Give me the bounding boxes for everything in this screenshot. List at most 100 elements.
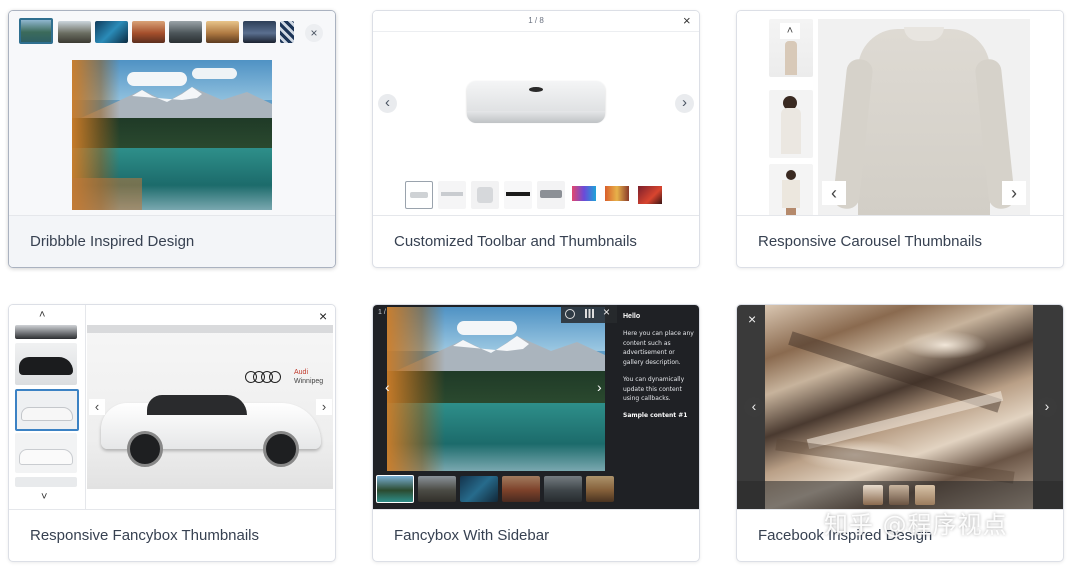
sidebar-heading: Hello [623,313,641,320]
card-caption: Customized Toolbar and Thumbnails [373,215,699,267]
thumbnail-6[interactable] [206,21,239,43]
thumbnail-3[interactable] [95,21,128,43]
vertical-thumbnail-strip: ˄ [769,19,813,215]
wheel-front [127,431,163,467]
thumbnail-7[interactable] [243,21,276,43]
thumbnail-3[interactable] [769,164,813,215]
thumbnail-2[interactable] [889,485,909,505]
main-image-mountain-lake[interactable] [387,307,605,471]
thumbnail-4[interactable] [132,21,165,43]
sidebar-text-line: Here you can place any [623,330,694,337]
thumbnail-8[interactable] [636,181,664,209]
thumbnail-8[interactable] [280,21,294,43]
next-arrow-button[interactable]: › [1037,397,1057,417]
prev-arrow-button[interactable]: ‹ [378,94,397,113]
thumbnail-strip [405,181,667,209]
thumbnail-strip [19,18,294,46]
card-customized-toolbar[interactable]: 1 / 8 × ‹ › Customized Toolbar and Thumb… [372,10,700,268]
sidebar-text-line: content such as [623,339,671,347]
slide-counter: 1 / 8 [528,16,544,25]
card-dribbble-inspired[interactable]: × Dribbble Inspired Design [8,10,336,268]
card-responsive-carousel[interactable]: ˄ ‹ › Responsive Carousel Thumbnails [736,10,1064,268]
watermark-text: 知乎 @程序视点 [824,511,1008,539]
sidebar-text-line: advertisement or [623,349,675,356]
close-button[interactable]: × [748,311,756,327]
close-button[interactable]: × [319,308,327,324]
card-caption: Dribbble Inspired Design [9,215,335,267]
audi-rings-icon [245,371,285,383]
next-arrow-button[interactable]: › [597,379,602,395]
thumbnail-4[interactable] [502,476,540,502]
thumbnail-1[interactable] [19,18,53,44]
sidebar-text-line: gallery description. [623,358,681,366]
prev-arrow-button[interactable]: ‹ [822,181,846,205]
main-image-sweater[interactable] [818,19,1030,215]
thumbnail-4[interactable] [504,181,532,209]
thumbnail-5[interactable] [537,181,565,209]
main-image-audi[interactable]: Audi Winnipeg [87,325,333,489]
brand-text-audi: Audi [294,369,309,376]
next-arrow-button[interactable]: › [316,399,332,415]
prev-arrow-button[interactable]: ‹ [385,379,390,395]
wheel-rear [263,431,299,467]
preview-area: 1 / 8 × ‹ › [373,11,699,215]
scroll-up-button[interactable]: ˄ [39,309,45,321]
preview-area: ˄ ‹ › [737,11,1063,215]
card-responsive-fancybox[interactable]: ˄ ˅ × Audi Winnipeg ‹ › Responsive Fancy… [8,304,336,562]
apple-logo-icon [529,87,543,92]
vertical-thumbnail-strip: ˄ ˅ [9,305,86,509]
scroll-up-button[interactable]: ˄ [780,23,800,39]
prev-arrow-button[interactable]: ‹ [744,397,764,417]
thumbnail-1[interactable] [376,475,414,503]
thumbnail-6[interactable] [570,181,598,209]
card-caption: Responsive Fancybox Thumbnails [9,509,335,561]
thumbnail-5[interactable] [15,477,77,487]
close-button[interactable]: × [305,24,323,42]
close-button[interactable]: × [683,13,691,28]
main-image-aerial-landscape[interactable] [765,305,1033,509]
thumbnail-1[interactable] [863,485,883,505]
sidebar-text-line: update this content [623,385,682,393]
thumbnail-6[interactable] [586,476,614,502]
thumbnail-7[interactable] [603,181,631,209]
mac-mini-image[interactable] [467,81,605,127]
thumbnail-2[interactable] [15,343,77,385]
close-button[interactable]: × [603,305,610,319]
card-caption: Responsive Carousel Thumbnails [737,215,1063,267]
thumbnail-2[interactable] [769,90,813,158]
preview-area: 1 / 11 ‹ › × Hello Here you can place an… [373,305,699,509]
thumbnail-strip [376,475,616,505]
card-fancybox-sidebar[interactable]: 1 / 11 ‹ › × Hello Here you can place an… [372,304,700,562]
preview-area: × [9,11,335,215]
thumbnail-4[interactable] [15,433,77,473]
card-caption: Fancybox With Sidebar [373,509,699,561]
thumbnail-2[interactable] [418,476,456,502]
sidebar-text-line: You can dynamically [623,376,685,383]
thumbnail-3[interactable] [471,181,499,209]
thumbnail-3[interactable] [915,485,935,505]
next-arrow-button[interactable]: › [1002,181,1026,205]
thumbnail-3[interactable] [15,389,79,431]
thumbnail-1[interactable] [15,325,77,339]
preview-area: × ‹ › [737,305,1063,509]
scroll-down-button[interactable]: ˅ [41,491,47,503]
thumbnail-5[interactable] [169,21,202,43]
sidebar-text-line: using callbacks. [623,395,671,402]
info-icon[interactable] [565,309,575,319]
thumbnail-2[interactable] [438,181,466,209]
sidebar-panel: Hello Here you can place any content suc… [619,311,697,471]
sidebar-paragraph-1: Here you can place any content such as a… [623,329,699,367]
prev-arrow-button[interactable]: ‹ [89,399,105,415]
thumbnail-2[interactable] [58,21,91,43]
thumbnail-1[interactable] [405,181,433,209]
thumbnail-3[interactable] [460,476,498,502]
toolbar: 1 / 8 × [373,11,699,32]
preview-area: ˄ ˅ × Audi Winnipeg ‹ › [9,305,335,509]
main-image-mountain-lake[interactable] [72,60,272,210]
next-arrow-button[interactable]: › [675,94,694,113]
sidebar-paragraph-2: You can dynamically update this content … [623,375,699,404]
sidebar-sample-label: Sample content #1 [623,412,688,419]
grid-icon[interactable] [585,309,594,318]
thumbnail-5[interactable] [544,476,582,502]
brand-text-winnipeg: Winnipeg [294,378,324,385]
